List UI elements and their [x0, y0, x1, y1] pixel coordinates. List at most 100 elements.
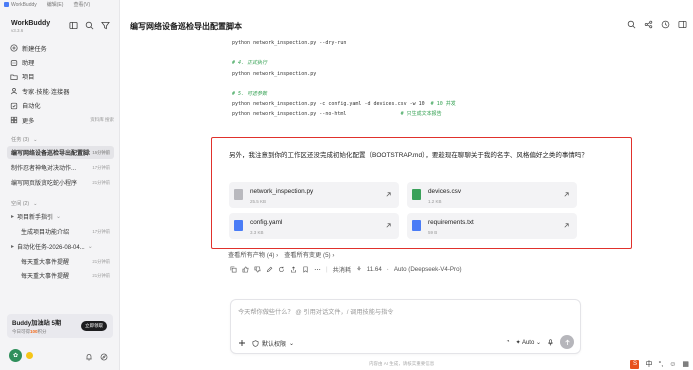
ime-mode-label[interactable]: 中: [645, 359, 652, 369]
mode-selector[interactable]: ✦ Auto ⌄: [516, 339, 541, 346]
space-item-4[interactable]: 每天重大事件提醒 21分钟前: [7, 255, 114, 268]
chevron-down-icon: ⌄: [33, 136, 38, 143]
history-icon[interactable]: [661, 20, 670, 29]
code-line: python network_inspection.py: [232, 70, 317, 77]
nav-automation[interactable]: 自动化: [10, 99, 114, 113]
page-title: 编写网络设备巡检导出配置脚本: [130, 22, 242, 31]
share-icon[interactable]: [290, 266, 297, 273]
promo-card[interactable]: Buddy加油站 5期 今日可得100积分 立即领取: [7, 314, 113, 338]
edit-icon[interactable]: [266, 266, 273, 273]
emoji-icon[interactable]: ☺: [669, 361, 676, 368]
app-logo-icon: [4, 1, 9, 7]
avatar[interactable]: ✿: [9, 349, 22, 362]
task-item-3[interactable]: 编写网页版贪吃蛇小程序 21分钟前: [7, 176, 114, 189]
toggle-sidebar-icon[interactable]: [69, 21, 78, 30]
panel-icon[interactable]: [678, 20, 687, 29]
bookmark-icon[interactable]: [302, 266, 309, 273]
brand-name: WorkBuddy: [11, 20, 51, 27]
open-external-icon[interactable]: [563, 222, 570, 229]
bell-icon[interactable]: [85, 353, 93, 361]
nav-projects[interactable]: 项目: [10, 70, 114, 84]
file-card-network-inspection[interactable]: network_inspection.py 25.5 KB: [229, 182, 399, 208]
menu-edit[interactable]: 编辑(E): [47, 1, 64, 8]
folder-icon: ▸: [11, 244, 15, 250]
space-item-1[interactable]: ▸ 项目新手指引 ⌄: [7, 210, 114, 223]
code-comment: # 4. 正式执行: [232, 60, 268, 67]
nav-more[interactable]: 更多 资料库 搜索: [10, 113, 114, 127]
ai-disclaimer: 内容由 AI 生成，请核实重要信息: [369, 361, 435, 366]
code-comment: # 5. 可选参数: [232, 90, 268, 97]
arrow-up-icon: [564, 339, 570, 345]
space-item-3[interactable]: ▸ 自动化任务-2026-08-04... ⌄: [7, 240, 114, 253]
claim-button[interactable]: 立即领取: [81, 321, 107, 331]
folder-icon: [10, 74, 18, 80]
permission-selector[interactable]: 默认权限 ⌄: [252, 339, 294, 348]
grid-icon: [10, 117, 18, 124]
header-tools: [627, 20, 687, 29]
thumbs-up-icon[interactable]: [242, 266, 249, 273]
code-line: python network_inspection.py --no-html #…: [232, 111, 442, 118]
sidebar-nav: 新建任务 助理 项目 专家·技能·连接器 自动化 更多 资料库 搜索: [10, 41, 114, 127]
file-card-requirements[interactable]: requirements.txt 59 B: [407, 213, 577, 239]
send-button[interactable]: [560, 335, 574, 349]
file-card-config[interactable]: config.yaml 3.3 KB: [229, 213, 399, 239]
tasks-section-header[interactable]: 任务 (3) ⌄: [11, 136, 38, 144]
open-external-icon[interactable]: [385, 191, 392, 198]
search-icon[interactable]: [627, 20, 636, 29]
credits-icon: ⚘: [356, 266, 362, 273]
file-yaml-icon: [234, 220, 243, 231]
usage-value: 11.64: [366, 266, 382, 273]
copy-icon[interactable]: [230, 266, 237, 273]
nav-new-task[interactable]: 新建任务: [10, 41, 114, 55]
experts-icon: [11, 88, 17, 95]
open-external-icon[interactable]: [385, 222, 392, 229]
nav-assistant[interactable]: 助理: [10, 55, 114, 69]
app-menu[interactable]: WorkBuddy: [4, 2, 37, 8]
file-card-devices[interactable]: devices.csv 1.2 KB: [407, 182, 577, 208]
assistant-icon: [10, 59, 18, 66]
space-section-header[interactable]: 空间 (2) ⌄: [11, 200, 38, 208]
system-tray: S 中 °, ☺ ▦: [630, 359, 689, 369]
chevron-down-icon: ⌄: [289, 341, 295, 347]
punctuation-mode-label[interactable]: °,: [658, 361, 663, 368]
task-item-2[interactable]: 制作忍者神龟对决动作... 17分钟前: [7, 161, 114, 174]
level-badge-icon: [26, 352, 33, 359]
open-external-icon[interactable]: [563, 191, 570, 198]
chat-input-box[interactable]: 今天帮你做些什么？ @ 引用对话文件，/ 调用技能与指令 默认权限 ⌄ ◔ ✦ …: [230, 299, 581, 354]
filter-icon[interactable]: [101, 21, 110, 30]
chat-input[interactable]: 今天帮你做些什么？ @ 引用对话文件，/ 调用技能与指令: [238, 307, 393, 316]
grid-icon[interactable]: ▦: [682, 360, 689, 368]
menubar: WorkBuddy 编辑(E) 查看(V): [0, 0, 693, 9]
menu-view[interactable]: 查看(V): [73, 1, 90, 8]
share-icon[interactable]: [644, 20, 653, 29]
brand-version: v3.3.6: [11, 28, 24, 33]
space-item-2[interactable]: 生成项目功能介绍 17分钟前: [7, 225, 114, 238]
sogou-ime-icon[interactable]: S: [630, 359, 640, 369]
space-item-5[interactable]: 每天重大事件提醒 21分钟前: [7, 269, 114, 282]
view-artifacts-link[interactable]: 查看所有产物 (4) ›: [228, 250, 278, 259]
divider: |: [326, 266, 328, 273]
search-icon[interactable]: [85, 21, 94, 30]
view-changes-link[interactable]: 查看所有变更 (5) ›: [284, 250, 334, 259]
compass-icon[interactable]: [100, 353, 108, 361]
nav-experts[interactable]: 专家·技能·连接器: [10, 84, 114, 98]
more-icon[interactable]: [314, 266, 321, 273]
file-py-icon: [234, 189, 243, 200]
plus-icon[interactable]: [238, 339, 246, 347]
loading-icon: ◔: [505, 339, 510, 345]
sidebar-bottom-tools: [85, 353, 108, 361]
code-line: python network_inspection.py --dry-run: [232, 40, 347, 46]
task-item-1[interactable]: 编写网络设备巡检导出配置脚本 15分钟前: [7, 146, 114, 159]
retry-icon[interactable]: [278, 266, 285, 273]
microphone-icon[interactable]: [547, 338, 554, 346]
file-txt-icon: [412, 220, 421, 231]
brand: WorkBuddy v3.3.6: [11, 20, 50, 33]
model-label: Auto (Deepseek-V4-Pro): [393, 266, 462, 273]
thumbs-down-icon[interactable]: [254, 266, 261, 273]
nav-more-shortcuts[interactable]: 资料库 搜索: [90, 117, 114, 123]
code-line: python network_inspection.py -c config.y…: [232, 101, 456, 108]
chevron-down-icon: ⌄: [33, 200, 38, 207]
assistant-message: 另外，我注意到你的工作区还没完成初始化配置（BOOTSTRAP.md），要趁现在…: [229, 152, 588, 159]
